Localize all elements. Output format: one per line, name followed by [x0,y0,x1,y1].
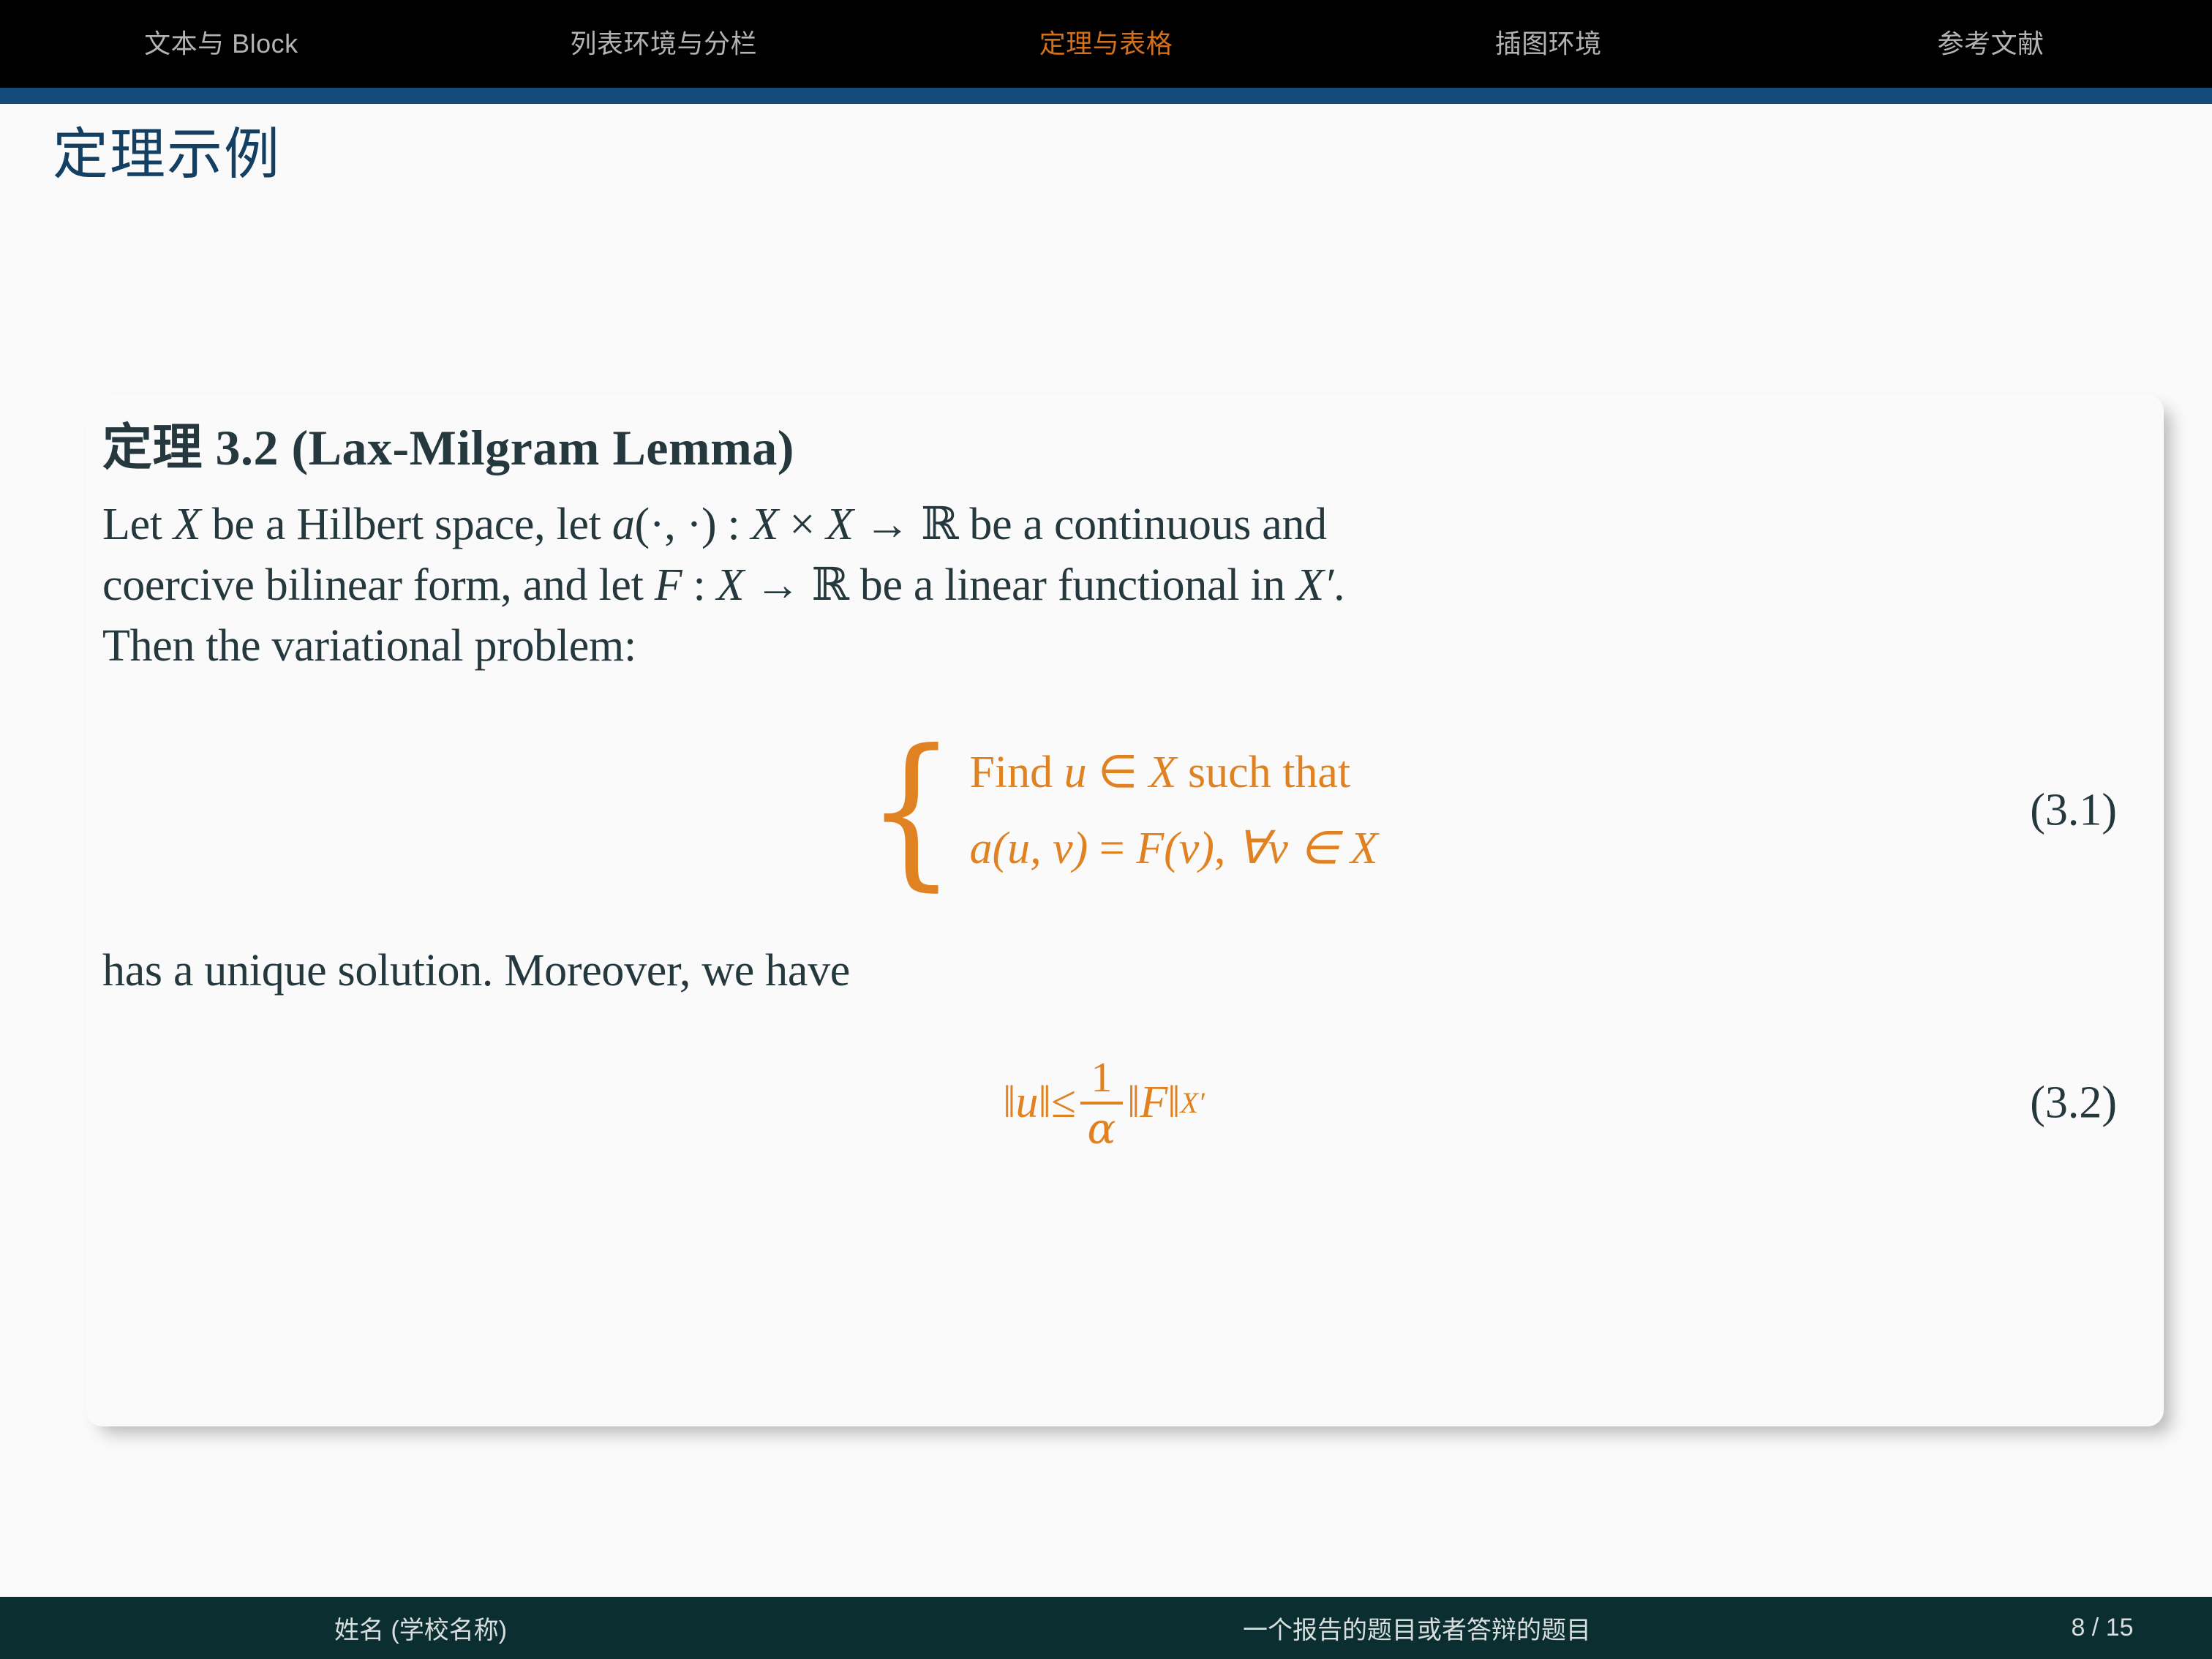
nav-item-references[interactable]: 参考文献 [1769,31,2212,57]
navigation-bar: 文本与 Block 列表环境与分栏 定理与表格 插图环境 参考文献 [0,0,2212,88]
nav-item-text-block[interactable]: 文本与 Block [0,31,443,57]
footer-title: 一个报告的题目或者答辩的题目 [843,1597,1990,1659]
slide-footer: 姓名 (学校名称) 一个报告的题目或者答辩的题目 8 / 15 [0,1597,2212,1659]
cases-var-u: u [1064,748,1087,798]
cases-equals-op: = [1088,824,1137,874]
cases-comma: , [1214,824,1237,874]
equation-3-2-expression: ‖u‖ ≤ 1 α ‖F‖ X′ [1003,1056,1205,1150]
theorem-conclusion-line: has a unique solution. Moreover, we have [102,941,2134,1001]
cases-arg-v: (v) [1164,824,1214,874]
stmt-var-X3: X [826,500,854,549]
cases-lines: Find u ∈ X such that a(u, v) = F(v), ∀v … [969,750,1377,871]
cases-in-op: ∈ [1086,748,1149,798]
equation-3-1-row: { Find u ∈ X such that a(u, v) = F(v), ∀… [102,715,2134,906]
theorem-statement: Let X be a Hilbert space, let a(·, ·) : … [102,494,2134,676]
eq32-frac-denominator: α [1087,1103,1116,1154]
stmt-var-X4: X [716,560,745,611]
theorem-statement-line-2: coercive bilinear form, and let F : X → … [102,554,2134,615]
stmt-hilbert-text: be a Hilbert space, let [200,500,612,549]
eq32-norm-u: ‖u‖ [1003,1077,1051,1128]
theorem-heading: 定理 3.2 (Lax-Milgram Lemma) [102,407,2134,479]
stmt-continuous-text: be a continuous and [958,500,1327,549]
stmt-var-F: F [654,560,682,611]
stmt-functional-text: be a linear functional in [849,560,1297,611]
stmt-var-a: a [612,500,635,549]
theorem-statement-line-1: Let X be a Hilbert space, let a(·, ·) : … [102,494,2134,554]
stmt-period-1: . [1333,560,1345,611]
stmt-var-X-dual: X′ [1296,560,1334,611]
left-brace-icon: { [867,714,956,906]
cases-var-X: X [1148,748,1177,798]
cases-line-2: a(u, v) = F(v), ∀v ∈ X [969,826,1377,871]
stmt-var-X: X [173,500,201,549]
cases-such-that-text: such that [1176,748,1351,798]
theorem-statement-line-3: Then the variational problem: [102,620,636,671]
cases-var-a: a [969,824,993,874]
eq32-leq-op: ≤ [1050,1077,1076,1128]
theorem-block: 定理 3.2 (Lax-Milgram Lemma) Let X be a Hi… [86,395,2164,1426]
footer-author: 姓名 (学校名称) [0,1597,841,1659]
stmt-arrow-2: → [744,560,812,611]
cases-forall-clause: ∀v ∈ X [1236,824,1378,874]
eq32-norm-F: ‖F‖ [1126,1077,1181,1128]
cases-find-text: Find [969,748,1064,798]
equation-3-1-cases: { Find u ∈ X such that a(u, v) = F(v), ∀… [859,714,1378,906]
stmt-let: Let [102,500,173,549]
page-title: 定理示例 [53,124,281,186]
theorem-heading-number: 3.2 [215,420,279,475]
navigation-rule [0,88,2212,104]
nav-item-theorems-tables[interactable]: 定理与表格 [885,31,1328,57]
theorem-heading-spacer2 [279,420,292,475]
cases-var-F: F [1136,824,1165,874]
stmt-coercive-text: coercive bilinear form, and let [102,560,655,611]
stmt-bilinear-args: (·, ·) : [634,500,751,549]
stmt-var-X2: X [750,500,779,549]
eq32-frac-numerator: 1 [1091,1053,1113,1101]
theorem-statement-line-4: has a unique solution. Moreover, we have [102,946,851,996]
stmt-times-op: × [778,500,827,549]
equation-number-3-1: (3.1) [2030,785,2117,835]
theorem-heading-label: 定理 [102,420,203,475]
eq32-fraction: 1 α [1080,1056,1123,1150]
stmt-arrow-1: → [853,500,921,549]
stmt-colon-1: : [682,560,717,611]
theorem-heading-spacer [203,420,216,475]
equation-3-2-row: ‖u‖ ≤ 1 α ‖F‖ X′ (3.2) [102,1034,2134,1173]
footer-page-number: 8 / 15 [1993,1597,2212,1659]
stmt-reals-1: ℝ [920,497,959,550]
cases-line-1: Find u ∈ X such that [969,750,1377,795]
eq32-norm-F-subscript: X′ [1180,1086,1205,1120]
nav-item-lists-columns[interactable]: 列表环境与分栏 [443,31,885,57]
nav-item-figures[interactable]: 插图环境 [1327,31,1769,57]
cases-args-uv: (u, v) [992,824,1088,874]
theorem-heading-name: (Lax-Milgram Lemma) [291,420,794,475]
stmt-reals-2: ℝ [811,557,849,612]
equation-number-3-2: (3.2) [2030,1077,2117,1128]
